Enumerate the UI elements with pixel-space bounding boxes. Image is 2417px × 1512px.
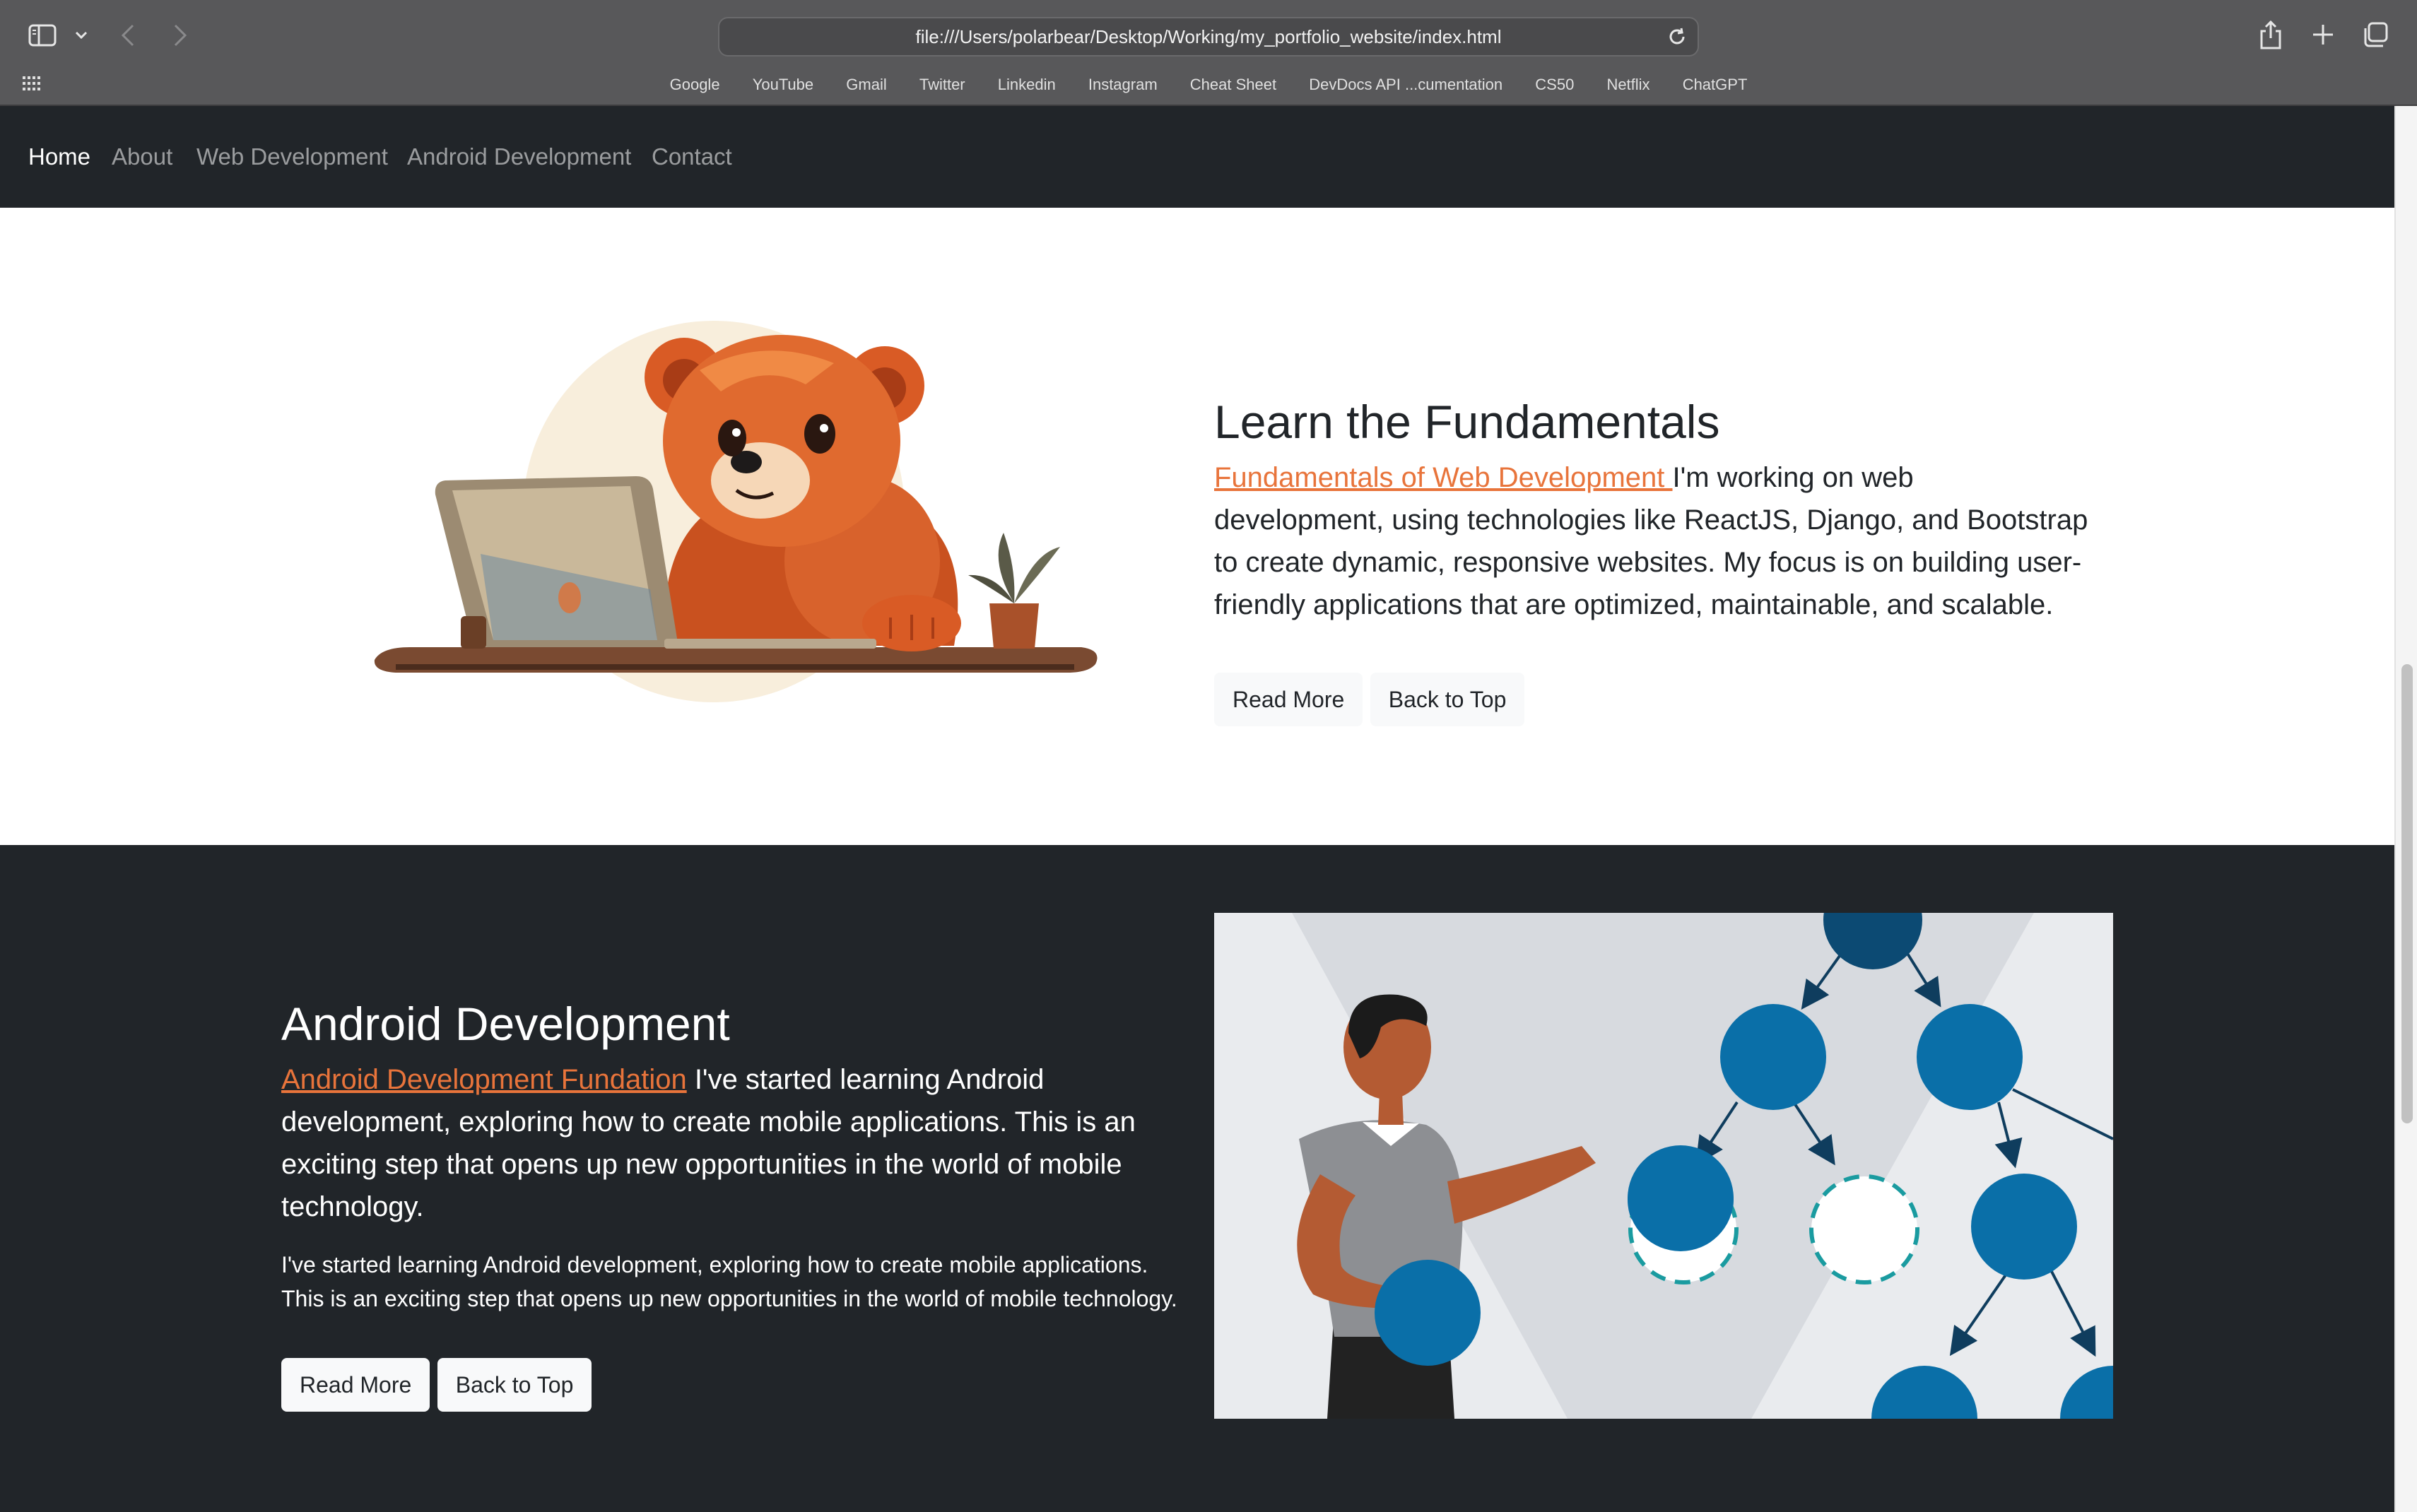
nav-android-development[interactable]: Android Development bbox=[407, 106, 631, 208]
new-tab-icon[interactable] bbox=[2311, 23, 2335, 47]
nav-web-development[interactable]: Web Development bbox=[196, 106, 388, 208]
bookmark-gmail[interactable]: Gmail bbox=[846, 71, 886, 99]
android-link[interactable]: Android Development Fundation bbox=[281, 1064, 687, 1095]
bookmark-twitter[interactable]: Twitter bbox=[919, 71, 965, 99]
fundamentals-section: Learn the Fundamentals Fundamentals of W… bbox=[0, 208, 2394, 845]
bookmark-cs50[interactable]: CS50 bbox=[1535, 71, 1574, 99]
android-buttons: Read More Back to Top bbox=[281, 1358, 1186, 1412]
chevron-down-icon[interactable] bbox=[75, 31, 88, 40]
bookmark-devdocs[interactable]: DevDocs API ...cumentation bbox=[1309, 71, 1502, 99]
browser-toolbar: file:///Users/polarbear/Desktop/Working/… bbox=[0, 0, 2417, 106]
android-body-paragraph: I've started learning Android developmen… bbox=[281, 1252, 1177, 1311]
android-content: Android Development Android Development … bbox=[281, 993, 1186, 1412]
android-section: Android Development Android Development … bbox=[0, 845, 2394, 1512]
site-navbar: Home About Web Development Android Devel… bbox=[0, 106, 2394, 208]
back-to-top-button[interactable]: Back to Top bbox=[437, 1358, 592, 1412]
back-arrow-icon[interactable] bbox=[120, 24, 136, 47]
sidebar-icon[interactable] bbox=[28, 24, 57, 47]
bookmark-cheat-sheet[interactable]: Cheat Sheet bbox=[1190, 71, 1276, 99]
android-lead-paragraph: Android Development Fundation I've start… bbox=[281, 1058, 1186, 1228]
scrollbar-thumb[interactable] bbox=[2401, 664, 2413, 1123]
fundamentals-link[interactable]: Fundamentals of Web Development bbox=[1214, 462, 1673, 493]
address-bar[interactable]: file:///Users/polarbear/Desktop/Working/… bbox=[718, 17, 1699, 57]
read-more-button[interactable]: Read More bbox=[1214, 673, 1363, 726]
tabs-overview-icon[interactable] bbox=[2362, 21, 2389, 48]
bookmark-linkedin[interactable]: Linkedin bbox=[998, 71, 1056, 99]
share-icon[interactable] bbox=[2259, 20, 2283, 49]
nav-contact[interactable]: Contact bbox=[652, 106, 732, 208]
page-scrollbar[interactable] bbox=[2394, 106, 2417, 1512]
forward-arrow-icon[interactable] bbox=[172, 24, 188, 47]
bookmark-google[interactable]: Google bbox=[670, 71, 720, 99]
back-to-top-button[interactable]: Back to Top bbox=[1370, 673, 1525, 726]
bear-laptop-illustration bbox=[374, 321, 1098, 702]
bookmark-netflix[interactable]: Netflix bbox=[1606, 71, 1649, 99]
binary-tree-illustration bbox=[1214, 913, 2113, 1419]
bookmark-chatgpt[interactable]: ChatGPT bbox=[1683, 71, 1748, 99]
nav-home[interactable]: Home bbox=[28, 106, 90, 208]
reload-icon[interactable] bbox=[1666, 26, 1688, 47]
bookmarks-bar: Google YouTube Gmail Twitter Linkedin In… bbox=[0, 71, 2417, 99]
bookmark-instagram[interactable]: Instagram bbox=[1088, 71, 1158, 99]
url-text: file:///Users/polarbear/Desktop/Working/… bbox=[915, 26, 1502, 47]
read-more-button[interactable]: Read More bbox=[281, 1358, 430, 1412]
nav-about[interactable]: About bbox=[112, 106, 172, 208]
fundamentals-title: Learn the Fundamentals bbox=[1214, 396, 1720, 448]
bookmark-youtube[interactable]: YouTube bbox=[753, 71, 813, 99]
fundamentals-buttons: Read More Back to Top bbox=[1214, 673, 2090, 726]
fundamentals-content: Learn the Fundamentals Fundamentals of W… bbox=[1214, 391, 2090, 726]
fundamentals-paragraph: Fundamentals of Web Development I'm work… bbox=[1214, 456, 2090, 626]
android-title: Android Development bbox=[281, 998, 730, 1050]
